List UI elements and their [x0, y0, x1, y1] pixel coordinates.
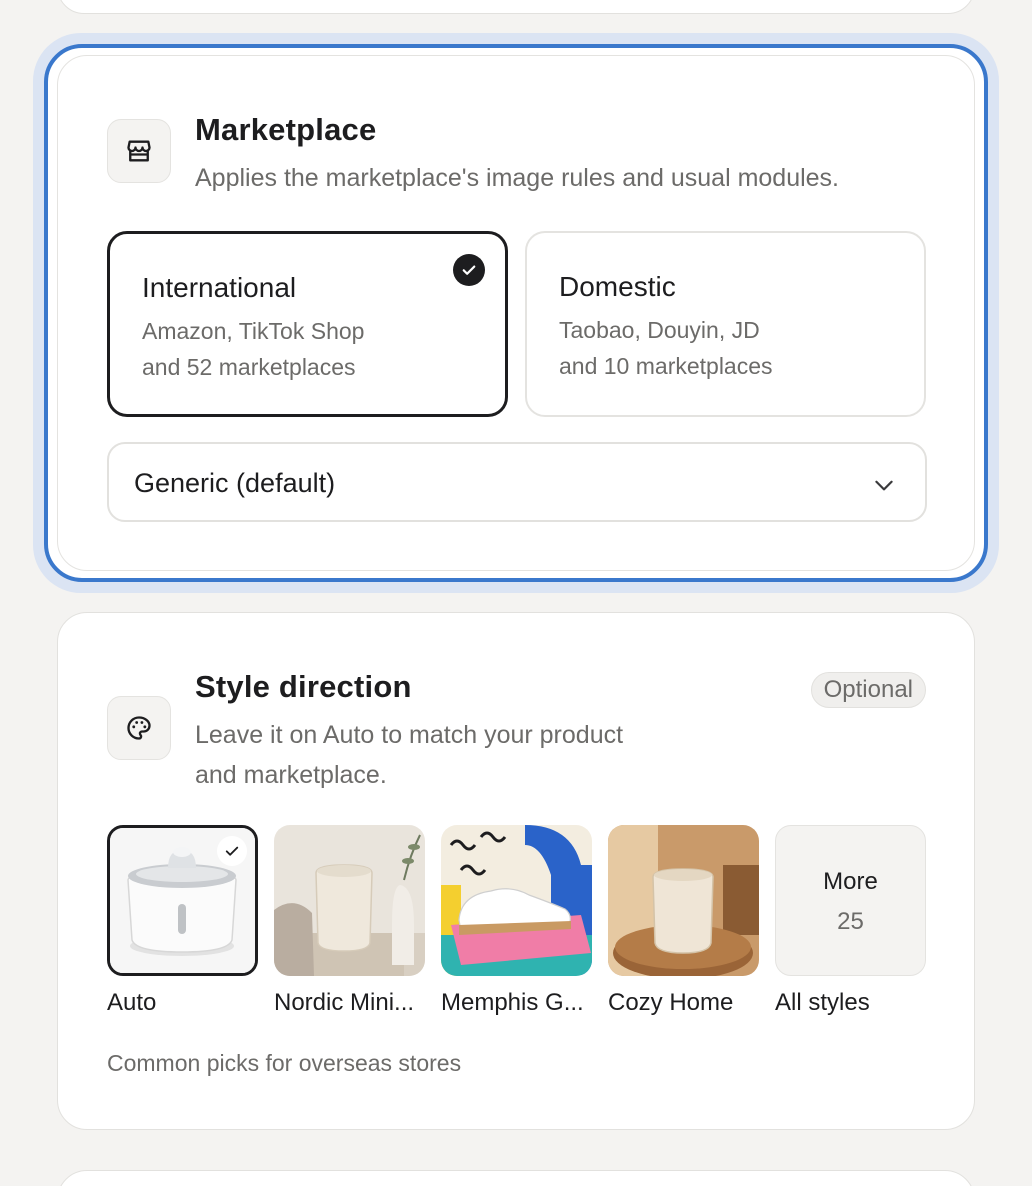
style-nordic-label: Nordic Mini...	[274, 989, 415, 1016]
nordic-candle-image	[274, 825, 425, 976]
more-count: 25	[837, 908, 864, 935]
store-icon	[107, 119, 171, 183]
marketplace-subtitle: Applies the marketplace's image rules an…	[195, 164, 840, 192]
memphis-sneaker-image	[441, 825, 592, 976]
more-title: More	[823, 868, 878, 895]
check-icon	[217, 836, 247, 866]
style-direction-card: Style direction Optional Leave it on Aut…	[57, 612, 975, 1130]
style-subtitle-line2: and marketplace.	[195, 761, 387, 789]
marketplace-title: Marketplace	[195, 112, 377, 147]
cozy-candle-image	[608, 825, 759, 976]
style-nordic-thumb[interactable]	[274, 825, 425, 976]
previous-section-card	[57, 0, 975, 14]
option-count: and 52 marketplaces	[142, 354, 356, 380]
option-title: Domestic	[559, 271, 676, 302]
option-marketplaces: Taobao, Douyin, JD	[559, 317, 760, 343]
style-footnote: Common picks for overseas stores	[107, 1050, 462, 1076]
option-domestic[interactable]: Domestic Taobao, Douyin, JD and 10 marke…	[525, 231, 926, 417]
optional-badge: Optional	[810, 672, 926, 708]
style-cozy-thumb[interactable]	[608, 825, 759, 976]
style-cozy-label: Cozy Home	[608, 989, 734, 1016]
option-marketplaces: Amazon, TikTok Shop	[142, 318, 365, 344]
style-title: Style direction	[195, 669, 412, 704]
chevron-down-icon	[871, 472, 897, 503]
select-value: Generic (default)	[134, 468, 336, 498]
style-memphis-label: Memphis G...	[441, 989, 584, 1016]
more-styles-button[interactable]: More 25	[775, 825, 926, 976]
style-auto-thumb[interactable]	[107, 825, 258, 976]
style-subtitle-line1: Leave it on Auto to match your product	[195, 721, 624, 749]
check-icon	[453, 254, 485, 286]
option-international[interactable]: International Amazon, TikTok Shop and 52…	[107, 231, 508, 417]
palette-icon	[107, 696, 171, 760]
marketplace-card: Marketplace Applies the marketplace's im…	[57, 55, 975, 571]
style-memphis-thumb[interactable]	[441, 825, 592, 976]
style-auto-label: Auto	[107, 989, 157, 1016]
all-styles-label[interactable]: All styles	[775, 989, 870, 1017]
marketplace-profile-select[interactable]: Generic (default)	[107, 442, 927, 522]
option-title: International	[142, 272, 297, 303]
option-count: and 10 marketplaces	[559, 353, 773, 379]
next-section-card	[57, 1170, 975, 1186]
